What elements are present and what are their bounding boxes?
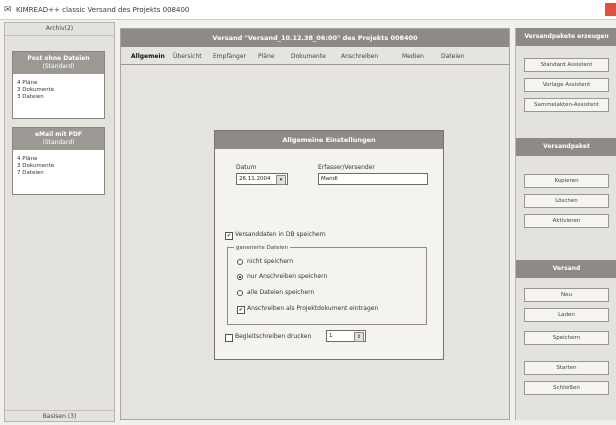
- settings-dialog: Allgemeine Einstellungen Datum 26.11.200…: [214, 130, 444, 360]
- erfasser-field[interactable]: Mandl: [318, 173, 428, 185]
- tab-plaene[interactable]: Pläne: [258, 52, 274, 62]
- package-card-body: 4 Pläne 3 Dokumente 3 Dateien: [13, 74, 104, 107]
- sammelakten-assistent-button[interactable]: Sammelakten-Assistent: [524, 98, 609, 112]
- left-panel: Archiv(2) Post ohne Dateien (Standard) 4…: [4, 22, 115, 422]
- aktivieren-button[interactable]: Aktivieren: [524, 214, 609, 228]
- stepper-icon[interactable]: ⇕: [354, 332, 364, 342]
- package-card-email[interactable]: eMail mit PDF (Standard) 4 Pläne 3 Dokum…: [12, 127, 105, 195]
- datum-label: Datum: [236, 164, 257, 171]
- tab-empfaenger[interactable]: Empfänger: [213, 52, 246, 62]
- calendar-dropdown-icon[interactable]: ▾: [276, 175, 286, 185]
- close-icon[interactable]: [605, 3, 616, 16]
- radio-label: nicht speichern: [247, 258, 294, 265]
- db-save-label: Versanddaten in DB speichern: [235, 231, 326, 238]
- section-header-versandpaket: Versandpaket: [516, 138, 616, 156]
- package-card-post[interactable]: Post ohne Dateien (Standard) 4 Pläne 3 D…: [12, 51, 105, 119]
- tab-allgemein[interactable]: Allgemein: [131, 52, 165, 62]
- window-titlebar: ✉ KIMREAD++ classic Versand des Projekts…: [0, 0, 616, 20]
- app-icon: ✉: [4, 5, 12, 15]
- package-card-header: Post ohne Dateien (Standard): [13, 52, 104, 74]
- loeschen-button[interactable]: Löschen: [524, 194, 609, 208]
- package-card-title: Post ohne Dateien: [27, 55, 90, 62]
- group-legend: generierte Dateien: [234, 244, 291, 252]
- package-card-body: 4 Pläne 3 Dokumente 7 Dateien: [13, 150, 104, 183]
- standard-assistent-button[interactable]: Standard Assistent: [524, 58, 609, 72]
- tab-bar: Allgemein Übersicht Empfänger Pläne Doku…: [121, 50, 509, 65]
- radio-label: nur Anschreiben speichern: [247, 273, 328, 280]
- archive-header[interactable]: Archiv(2): [5, 23, 114, 36]
- starten-button[interactable]: Starten: [524, 361, 609, 375]
- speichern-button[interactable]: Speichern: [524, 331, 609, 345]
- package-card-line: 3 Dateien: [17, 94, 44, 100]
- section-header-erzeugen: Versandpakete erzeugen: [516, 28, 616, 46]
- package-card-line: 4 Pläne: [17, 80, 38, 86]
- schliessen-button[interactable]: Schließen: [524, 381, 609, 395]
- package-card-line: 3 Dokumente: [17, 163, 55, 169]
- package-card-title: eMail mit PDF: [34, 131, 83, 138]
- neu-button[interactable]: Neu: [524, 288, 609, 302]
- begleit-count-stepper[interactable]: 1 ⇕: [326, 330, 366, 342]
- db-save-checkbox[interactable]: ✔: [225, 232, 233, 240]
- kopieren-button[interactable]: Kopieren: [524, 174, 609, 188]
- radio-alle-dateien[interactable]: [237, 290, 243, 296]
- laden-button[interactable]: Laden: [524, 308, 609, 322]
- datum-field[interactable]: 26.11.2004 ▾: [236, 173, 288, 185]
- anschreiben-label: Anschreiben als Projektdokument eintrage…: [247, 305, 379, 312]
- tab-uebersicht[interactable]: Übersicht: [173, 52, 202, 62]
- tab-dokumente[interactable]: Dokumente: [291, 52, 326, 62]
- generated-files-group: generierte Dateien nicht speichern nur A…: [227, 244, 427, 325]
- package-card-line: 7 Dateien: [17, 170, 44, 176]
- right-panel: Versandpakete erzeugen Standard Assisten…: [515, 28, 616, 420]
- vorlage-assistent-button[interactable]: Vorlage Assistent: [524, 78, 609, 92]
- tab-medien[interactable]: Medien: [402, 52, 424, 62]
- package-card-line: 3 Dokumente: [17, 87, 55, 93]
- package-card-subtitle: (Standard): [42, 139, 75, 146]
- begleit-count-value: 1: [329, 333, 333, 339]
- basis-footer[interactable]: Basisen (3): [5, 410, 114, 422]
- radio-label: alle Dateien speichern: [247, 289, 315, 296]
- erfasser-value: Mandl: [321, 176, 338, 182]
- anschreiben-checkbox[interactable]: ✔: [237, 306, 245, 314]
- begleit-checkbox[interactable]: [225, 334, 233, 342]
- erfasser-label: Erfasser/Versender: [318, 164, 375, 171]
- package-card-line: 4 Pläne: [17, 156, 38, 162]
- datum-value: 26.11.2004: [239, 176, 271, 182]
- main-title: Versand "Versand_10.12.38_06:00" des Pro…: [121, 29, 509, 47]
- tab-anschreiben[interactable]: Anschreiben: [341, 52, 378, 62]
- dialog-title: Allgemeine Einstellungen: [215, 131, 443, 149]
- radio-nicht-speichern[interactable]: [237, 259, 243, 265]
- radio-nur-anschreiben[interactable]: [237, 274, 243, 280]
- tab-dateien[interactable]: Dateien: [441, 52, 465, 62]
- section-header-versand: Versand: [516, 260, 616, 278]
- begleit-label: Begleitschreiben drucken: [235, 333, 312, 340]
- window-title: KIMREAD++ classic Versand des Projekts 0…: [16, 6, 190, 14]
- package-card-subtitle: (Standard): [42, 63, 75, 70]
- package-card-header: eMail mit PDF (Standard): [13, 128, 104, 150]
